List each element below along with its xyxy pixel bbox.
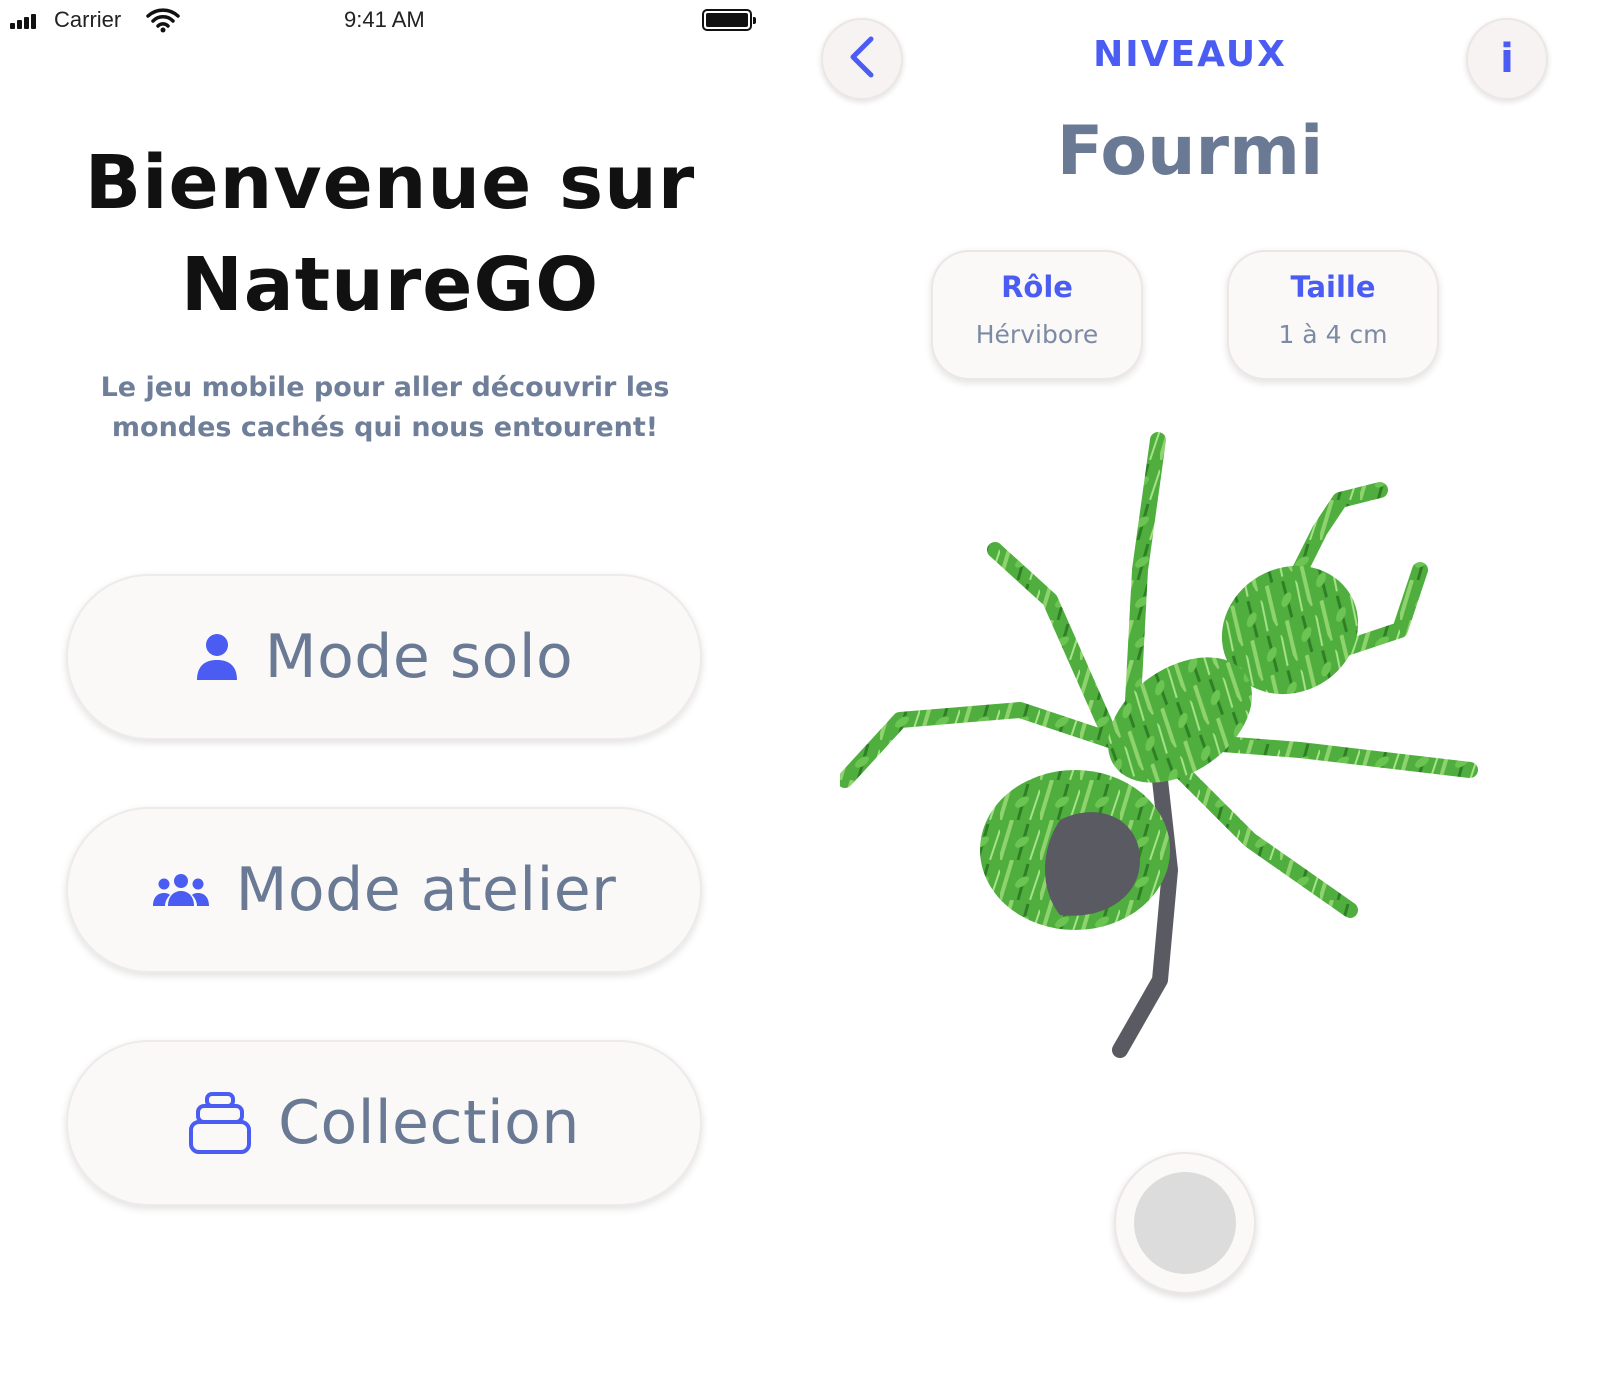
page-header-niveaux[interactable]: NIVEAUX [960,34,1420,75]
role-card-value: Hérvibore [975,320,1099,349]
collection-button[interactable]: Collection [66,1040,702,1206]
back-button[interactable] [821,18,903,100]
size-card-title: Taille [1290,270,1376,304]
wifi-icon [146,8,180,33]
info-button[interactable]: i [1466,18,1548,100]
tagline-line1: Le jeu mobile pour aller découvrir les [100,372,670,403]
size-card-value: 1 à 4 cm [1278,320,1388,349]
mode-atelier-button[interactable]: Mode atelier [66,807,702,973]
ant-image [840,432,1478,1058]
person-icon [195,632,239,682]
stack-icon [188,1090,252,1156]
status-bar: Carrier 9:41 AM [0,0,780,44]
group-icon [152,872,210,908]
role-card-title: Rôle [1001,270,1073,304]
capture-button[interactable] [1114,1152,1256,1294]
mode-solo-button[interactable]: Mode solo [66,574,702,740]
capture-button-inner [1134,1172,1236,1274]
home-screen: Carrier 9:41 AM Bienvenue sur NatureGO L… [0,0,780,1378]
welcome-title: Bienvenue sur NatureGO [30,132,750,336]
role-card: Rôle Hérvibore [931,250,1143,380]
carrier-label: Carrier [54,7,122,32]
size-card: Taille 1 à 4 cm [1227,250,1439,380]
species-detail-screen: NIVEAUX i Fourmi Rôle Hérvibore Taille 1… [780,0,1600,1378]
signal-bars-icon [10,14,36,29]
chevron-left-icon [847,35,877,83]
tagline: Le jeu mobile pour aller découvrir les m… [60,368,710,448]
mode-solo-label: Mode solo [264,622,574,692]
battery-icon [702,9,756,31]
mode-atelier-label: Mode atelier [235,855,617,925]
clock: 9:41 AM [344,7,425,32]
collection-label: Collection [278,1088,580,1158]
welcome-title-line1: Bienvenue sur [84,140,696,226]
species-name: Fourmi [1056,112,1324,191]
tagline-line2: mondes cachés qui nous entourent! [111,412,659,443]
info-icon: i [1500,36,1514,82]
app-name: NatureGO [180,242,600,328]
